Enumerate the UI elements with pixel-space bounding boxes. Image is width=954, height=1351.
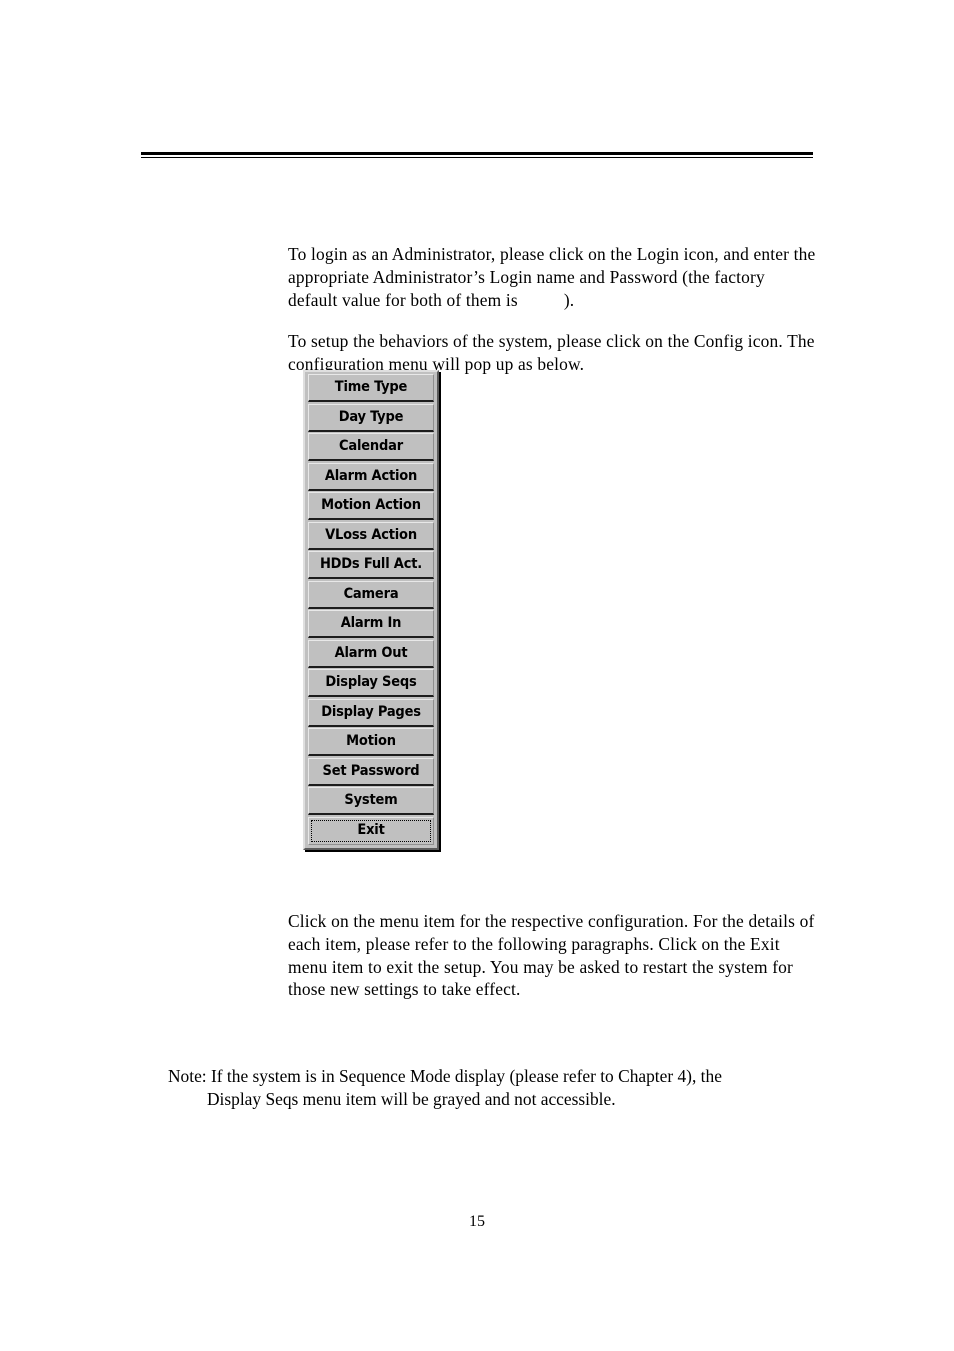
note-block: Note: If the system is in Sequence Mode … [168, 1065, 818, 1110]
menu-item-day-type[interactable]: Day Type [308, 403, 434, 432]
menu-item-time-type[interactable]: Time Type [308, 374, 434, 402]
paragraph-config-instructions: To setup the behaviors of the system, pl… [288, 331, 815, 374]
menu-item-alarm-in[interactable]: Alarm In [308, 610, 434, 638]
menu-item-alarm-action[interactable]: Alarm Action [308, 462, 434, 491]
header-rule [141, 152, 813, 158]
menu-item-vloss-action[interactable]: VLoss Action [308, 521, 434, 550]
paragraph-login-tail: ). [563, 289, 575, 310]
menu-item-exit-label: Exit [357, 821, 385, 838]
note-line-2: Display Seqs menu item will be grayed an… [207, 1088, 616, 1109]
document-page: To login as an Administrator, please cli… [0, 0, 954, 1351]
paragraph-login-instructions: To login as an Administrator, please cli… [288, 243, 816, 311]
menu-item-motion[interactable]: Motion [308, 728, 434, 756]
menu-item-exit[interactable]: Exit [308, 816, 434, 845]
menu-item-display-pages[interactable]: Display Pages [308, 698, 434, 727]
menu-item-alarm-out[interactable]: Alarm Out [308, 639, 434, 668]
paragraph-login-text: To login as an Administrator, please cli… [288, 244, 816, 310]
note-line-1: Note: If the system is in Sequence Mode … [168, 1066, 722, 1086]
menu-item-camera[interactable]: Camera [308, 580, 434, 609]
page-number: 15 [469, 1213, 485, 1230]
menu-item-set-password[interactable]: Set Password [308, 757, 434, 786]
menu-item-motion-action[interactable]: Motion Action [308, 492, 434, 520]
menu-item-hdds-full-act[interactable]: HDDs Full Act. [308, 551, 434, 579]
menu-item-display-seqs[interactable]: Display Seqs [308, 669, 434, 697]
paragraph-menu-usage: Click on the menu item for the respectiv… [288, 911, 815, 1000]
config-menu-panel: Time Type Day Type Calendar Alarm Action… [303, 370, 439, 850]
header-rule-thin [141, 157, 813, 158]
menu-item-calendar[interactable]: Calendar [308, 433, 434, 461]
menu-item-system[interactable]: System [308, 787, 434, 815]
